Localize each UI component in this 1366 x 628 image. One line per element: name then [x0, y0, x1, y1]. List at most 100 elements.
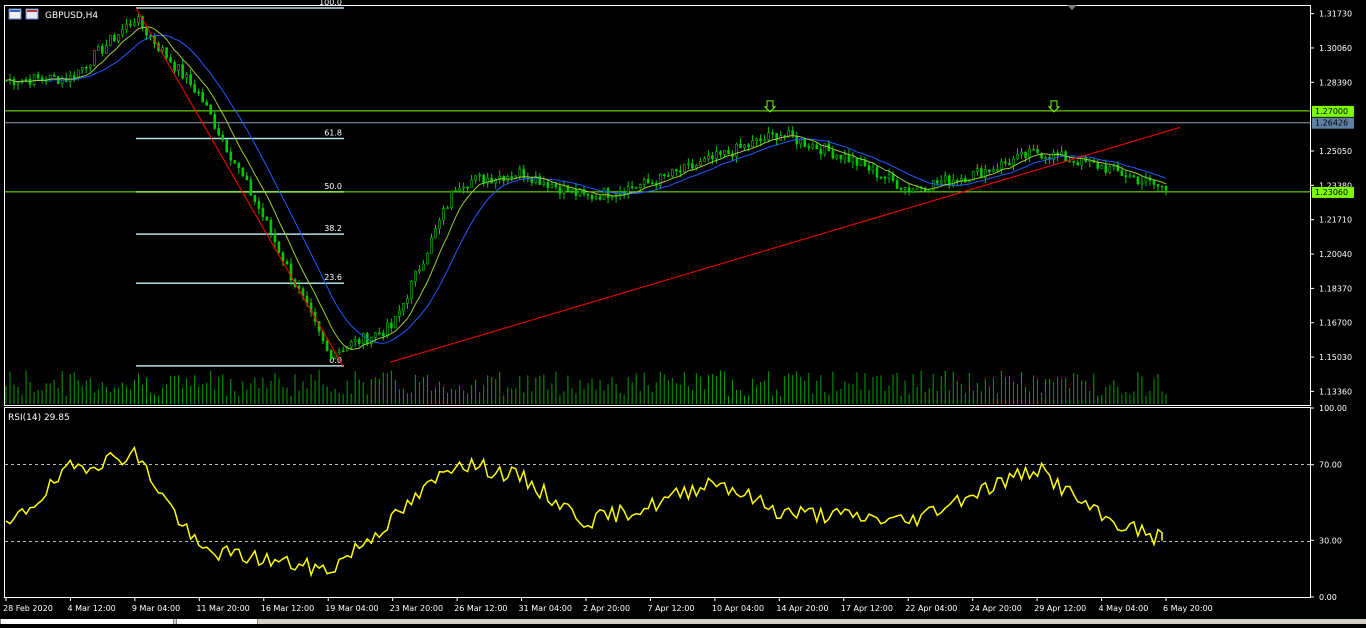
candle-body: [93, 50, 96, 66]
candle-body: [638, 184, 642, 188]
time-tick-label: 2 Apr 20:00: [583, 604, 630, 613]
candle-body: [578, 189, 582, 196]
candle-body: [1020, 151, 1023, 155]
candle-body: [935, 180, 939, 184]
candle-body: [911, 188, 915, 193]
candle-body: [109, 35, 112, 46]
candle-body: [1136, 176, 1140, 185]
candle-body: [679, 170, 682, 173]
candle-body: [52, 74, 56, 77]
candle-body: [594, 196, 598, 200]
candle-body: [233, 159, 237, 164]
time-tick-label: 31 Mar 04:00: [519, 604, 572, 613]
candle-body: [835, 154, 839, 159]
candle-body: [715, 151, 718, 159]
candle-body: [823, 143, 827, 155]
candle-body: [329, 350, 333, 359]
rsi-tick-label: 30.00: [1319, 536, 1342, 545]
candle-body: [438, 219, 441, 230]
rsi-tick-label: 0.00: [1319, 593, 1337, 602]
candle-body: [285, 261, 289, 264]
candle-body: [482, 174, 485, 184]
candle-body: [24, 79, 28, 81]
candle-body: [996, 168, 999, 171]
time-tick-label: 22 Apr 04:00: [905, 604, 957, 613]
candle-body: [630, 186, 634, 189]
time-tick-label: 24 Apr 20:00: [970, 604, 1022, 613]
candle-body: [213, 114, 217, 129]
candle-body: [951, 179, 955, 186]
candle-body: [767, 132, 770, 141]
price-tick-label: 1.15030: [1319, 353, 1352, 362]
candle-body: [1028, 148, 1031, 158]
candle-body: [851, 157, 855, 163]
candle-body: [430, 237, 433, 254]
candle-body: [101, 46, 104, 54]
fibo-level-label: 61.8: [324, 128, 342, 137]
time-tick-label: 26 Mar 12:00: [454, 604, 507, 613]
candle-body: [955, 179, 959, 182]
candle-body: [349, 341, 353, 348]
candle-body: [530, 178, 534, 183]
candle-body: [927, 189, 931, 192]
candle-body: [815, 144, 819, 150]
candle-body: [899, 188, 903, 190]
candle-body: [84, 66, 88, 69]
candle-body: [16, 82, 20, 85]
candle-body: [105, 45, 108, 54]
candle-body: [735, 143, 738, 157]
candle-body: [879, 176, 883, 179]
time-tick-label: 10 Apr 04:00: [712, 604, 764, 613]
candle-body: [803, 138, 807, 147]
candle-body: [80, 66, 84, 71]
candle-body: [458, 187, 461, 191]
symbol-title: GBPUSD,H4: [45, 11, 98, 21]
candle-body: [811, 144, 815, 148]
candle-body: [209, 105, 213, 115]
candle-body: [650, 182, 654, 185]
candle-body: [1128, 175, 1132, 178]
candle-body: [847, 154, 851, 163]
candle-body: [1132, 175, 1136, 178]
candle-body: [807, 146, 811, 148]
candle-body: [683, 163, 686, 173]
candle-body: [514, 175, 518, 178]
candle-body: [88, 64, 92, 68]
candle-body: [1004, 161, 1007, 164]
price-tag-label: 1.23060: [1315, 188, 1348, 197]
candle-body: [759, 138, 762, 141]
candle-body: [1164, 185, 1168, 191]
candle-body: [418, 269, 421, 272]
candle-body: [446, 207, 449, 210]
candle-body: [390, 322, 393, 329]
chart-tab[interactable]: [0, 619, 174, 624]
candle-body: [353, 339, 357, 343]
candle-body: [442, 208, 445, 221]
candle-body: [546, 182, 550, 188]
candle-body: [165, 47, 168, 58]
candle-body: [787, 130, 790, 137]
time-tick-label: 6 May 20:00: [1163, 604, 1213, 613]
candle-body: [867, 165, 871, 171]
candle-body: [249, 179, 253, 196]
chart-canvas[interactable]: GBPUSD,H4 RSI(14) 29.85 100.0 61.8 50.0 38.…: [0, 0, 1366, 624]
candle-body: [598, 196, 602, 200]
candle-body: [699, 160, 702, 166]
candle-body: [883, 176, 887, 179]
candle-body: [265, 216, 269, 221]
fibo-level-label: 100.0: [319, 0, 342, 7]
candle-body: [177, 64, 180, 71]
candle-body: [402, 303, 405, 312]
time-tick-label: 7 Apr 12:00: [647, 604, 694, 613]
price-tick-label: 1.25050: [1319, 147, 1352, 156]
candle-body: [145, 27, 148, 36]
candle-body: [450, 190, 453, 208]
candle-body: [518, 168, 522, 177]
price-tick-label: 1.30060: [1319, 44, 1352, 53]
candle-body: [422, 263, 425, 271]
chart-window[interactable]: GBPUSD,H4 RSI(14) 29.85 100.0 61.8 50.0 38.…: [0, 0, 1366, 624]
candle-body: [325, 340, 329, 351]
candle-body: [478, 174, 481, 177]
chart-tab-active[interactable]: [176, 619, 258, 624]
time-tick-label: 28 Feb 2020: [3, 604, 53, 613]
